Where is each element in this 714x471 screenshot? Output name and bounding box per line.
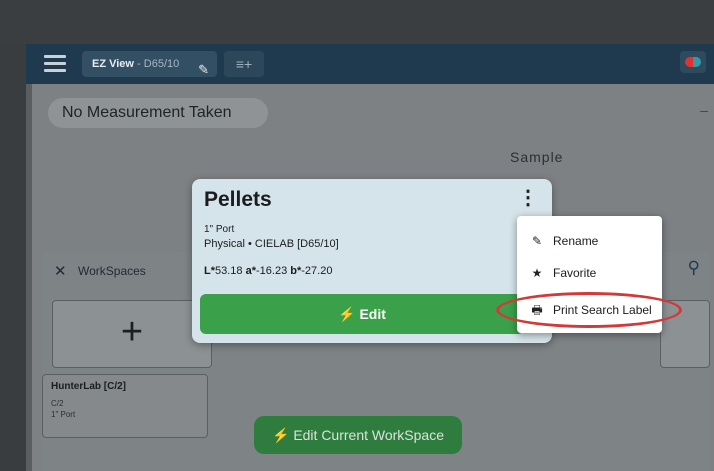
pencil-icon[interactable]: ✎ xyxy=(198,57,209,83)
popup-edit-label: Edit xyxy=(359,306,386,322)
menu-item-rename[interactable]: ✎ Rename xyxy=(517,226,662,256)
sample-label: Sample xyxy=(510,149,564,165)
sample-popup: Pellets ⋮ 1" Port Physical • CIELAB [D65… xyxy=(192,179,552,343)
workspace-card-line2: 1" Port xyxy=(51,410,76,419)
a-label: a* xyxy=(245,265,256,277)
workspace-card[interactable]: HunterLab [C/2] C/2 1" Port xyxy=(42,374,208,438)
menu-item-favorite[interactable]: ★ Favorite xyxy=(517,258,662,288)
lightning-icon: ⚡ xyxy=(271,427,290,443)
measurement-status: No Measurement Taken xyxy=(48,98,268,128)
workspace-card-line1: C/2 xyxy=(51,399,64,408)
search-icon[interactable]: ⚲ xyxy=(688,258,700,278)
close-icon[interactable]: ✕ xyxy=(54,262,67,280)
hamburger-icon[interactable] xyxy=(44,55,66,73)
menu-item-label: Favorite xyxy=(553,266,597,280)
collapse-minus[interactable]: – xyxy=(700,102,708,118)
workspaces-title: WorkSpaces xyxy=(78,264,146,278)
tab-add-icon[interactable]: ≡+ xyxy=(224,51,264,77)
add-workspace-button[interactable]: + xyxy=(52,300,212,368)
b-label: b* xyxy=(290,265,302,277)
popup-edit-button[interactable]: ⚡ Edit xyxy=(200,294,524,334)
lightning-icon: ⚡ xyxy=(338,306,356,322)
popup-mode: Physical • CIELAB [D65/10] xyxy=(204,238,339,250)
workspace-card-name: HunterLab [C/2] xyxy=(51,381,126,392)
star-icon: ★ xyxy=(531,266,543,280)
highlight-circle xyxy=(496,292,682,328)
toolbar: EZ View - D65/10 ✎ ≡+ xyxy=(26,44,714,84)
tab-ez-view[interactable]: EZ View - D65/10 ✎ xyxy=(82,51,217,77)
b-value: -27.20 xyxy=(301,265,333,277)
popup-title: Pellets xyxy=(204,188,272,211)
top-strip xyxy=(0,0,714,44)
popup-lab-values: L*53.18 a*-16.23 b*-27.20 xyxy=(204,265,332,277)
tab-ez-view-sub: - D65/10 xyxy=(137,58,180,70)
more-options-icon[interactable]: ⋮ xyxy=(518,188,538,208)
popup-port: 1" Port xyxy=(204,224,235,235)
tab-ez-view-label: EZ View xyxy=(92,58,134,70)
l-value: 53.18 xyxy=(215,265,243,277)
a-value: -16.23 xyxy=(256,265,288,277)
rename-icon: ✎ xyxy=(531,234,543,248)
menu-item-label: Rename xyxy=(553,234,599,248)
edit-current-workspace-button[interactable]: ⚡ Edit Current WorkSpace xyxy=(254,416,462,454)
color-swatch-icon[interactable] xyxy=(680,51,706,73)
edit-current-workspace-label: Edit Current WorkSpace xyxy=(293,427,445,443)
l-label: L* xyxy=(204,265,215,277)
